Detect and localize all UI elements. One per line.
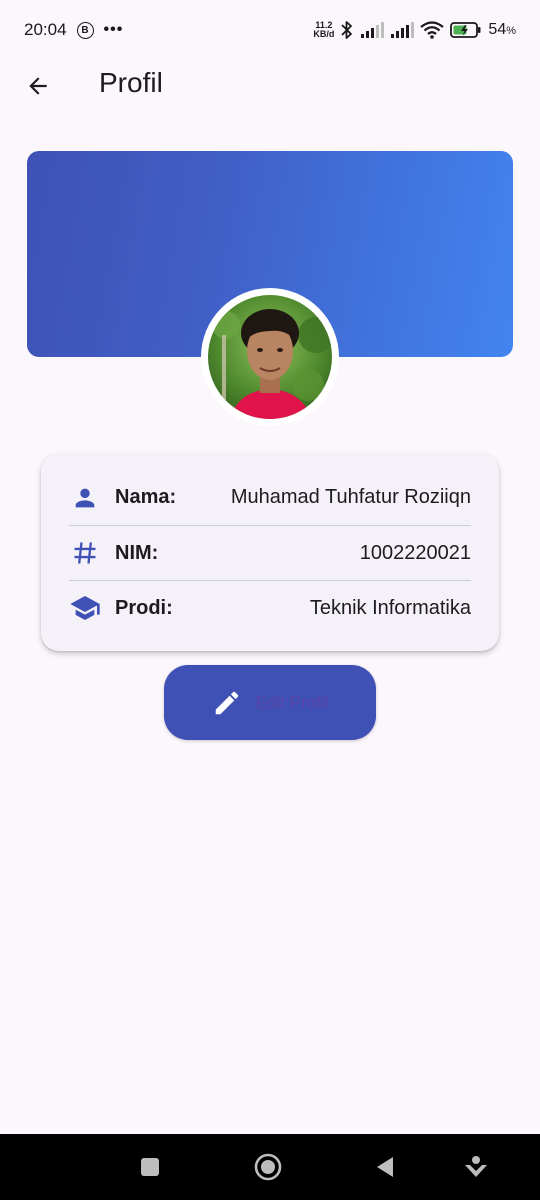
- recents-icon: [141, 1158, 159, 1176]
- status-right: 11.2 KB/d 54%: [313, 20, 516, 40]
- status-time: 20:04: [24, 20, 67, 39]
- net-speed: 11.2 KB/d: [313, 21, 334, 39]
- avatar-frame: [201, 288, 339, 426]
- battery-icon: [450, 22, 481, 38]
- avatar: [208, 295, 332, 419]
- arrow-left-icon: [29, 77, 47, 95]
- nama-value: Muhamad Tuhfatur Roziiqn: [230, 486, 471, 508]
- back-button[interactable]: [18, 66, 58, 106]
- home-icon: [254, 1153, 282, 1181]
- home-button[interactable]: [253, 1152, 283, 1182]
- edit-profile-button[interactable]: Edit Profil: [164, 665, 376, 740]
- avatar-photo: [208, 295, 332, 419]
- info-row-nim: NIM: 1002220021: [69, 525, 471, 580]
- bluetooth-icon: [341, 21, 353, 39]
- prodi-label: Prodi:: [115, 596, 173, 619]
- battery-percent-unit: %: [506, 25, 516, 37]
- person-icon: [68, 481, 102, 515]
- page-title: Profil: [99, 67, 163, 98]
- edit-profile-label: Edit Profil: [255, 692, 329, 712]
- signal-icon-1: [361, 22, 385, 38]
- pencil-icon: [215, 691, 238, 714]
- wifi-icon: [420, 21, 445, 39]
- signal-icon-2: [391, 22, 415, 38]
- battery-percent-value: 54: [488, 21, 507, 38]
- hash-icon: [68, 536, 102, 570]
- nama-label: Nama:: [115, 486, 177, 508]
- recents-button[interactable]: [135, 1152, 165, 1182]
- info-row-nama: Nama: Muhamad Tuhfatur Roziiqn: [69, 470, 471, 525]
- graduation-cap-icon: [68, 591, 102, 625]
- more-notifications-icon: •••: [103, 21, 124, 38]
- notification-badge-icon: B: [76, 21, 94, 39]
- profile-screen: 20:04 B ••• 11.2 KB/d 54% Profil Nama: M…: [0, 0, 540, 1200]
- back-icon: [377, 1157, 393, 1177]
- info-row-prodi: Prodi: Teknik Informatika: [69, 580, 471, 635]
- assistant-icon: [465, 1156, 487, 1177]
- assistant-button[interactable]: [461, 1152, 491, 1182]
- back-nav-button[interactable]: [370, 1152, 400, 1182]
- status-left: 20:04 B •••: [24, 20, 123, 40]
- system-nav-bar: [0, 1134, 540, 1200]
- app-bar: Profil: [0, 60, 540, 108]
- net-speed-unit: KB/d: [313, 29, 335, 39]
- profile-info-card: Nama: Muhamad Tuhfatur Roziiqn NIM: 1002…: [41, 453, 499, 651]
- status-bar: 20:04 B ••• 11.2 KB/d 54%: [0, 0, 540, 60]
- battery-percent: 54%: [488, 21, 516, 39]
- nim-value: 1002220021: [359, 541, 471, 564]
- prodi-value: Teknik Informatika: [309, 596, 471, 619]
- nim-label: NIM:: [115, 541, 159, 564]
